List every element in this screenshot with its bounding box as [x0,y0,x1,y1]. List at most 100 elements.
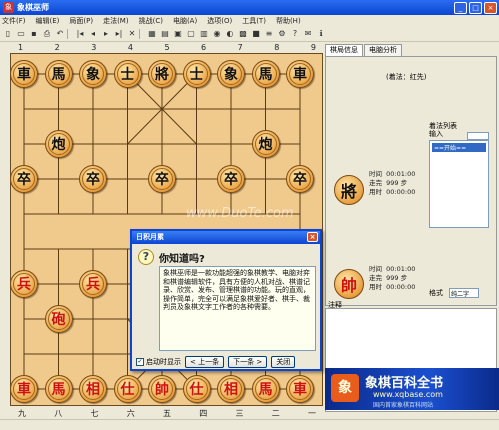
next-icon[interactable]: ▸ [100,28,112,40]
bottom-file-labels: 九 八 七 六 五 四 三 二 一 [12,408,322,418]
format-select[interactable]: 纯二字 [449,288,479,298]
chess-piece[interactable]: 將 [148,60,176,88]
delete-icon[interactable]: ✕ [126,28,138,40]
dialog-close-icon[interactable]: × [307,232,318,242]
color-icon[interactable]: ◐ [224,28,236,40]
chess-piece[interactable]: 士 [182,60,211,88]
stop-icon[interactable]: ■ [250,28,262,40]
piece-label: 兵 [13,273,35,295]
chess-piece[interactable]: 卒 [10,165,38,193]
open-icon[interactable]: ▭ [15,28,27,40]
tab-computer-analysis[interactable]: 电脑分析 [364,44,402,56]
piece-label: 兵 [82,273,104,295]
toolbar: ▯ ▭ ▪ ⎙ ↶ |◂ ◂ ▸ ▸| ✕ ▦ ▤ ▣ ▢ ▥ ◉ ◐ ▩ ■ … [0,27,499,42]
chess-piece[interactable]: 馬 [44,375,73,403]
file-label: 六 [126,409,135,418]
close-dialog-button[interactable]: 关闭 [271,356,296,368]
chess-piece[interactable]: 相 [79,375,107,403]
chess-piece[interactable]: 仕 [113,375,142,403]
piece-label: 卒 [82,168,104,190]
mail-icon[interactable]: ✉ [302,28,314,40]
next-tip-button[interactable]: 下一条 > [228,356,268,368]
options-icon[interactable]: ⚙ [276,28,288,40]
menu-position[interactable]: 局面(P) [69,16,93,26]
panel-tabs: 棋局信息 电脑分析 [325,44,403,56]
menu-tools[interactable]: 工具(T) [242,16,266,26]
chess-piece[interactable]: 象 [79,60,107,88]
menu-move[interactable]: 走法(M) [103,16,129,26]
board-icon[interactable]: ▤ [159,28,171,40]
chess-piece[interactable]: 士 [113,60,142,88]
piece-label: 象 [82,63,104,85]
engine-icon[interactable]: ▩ [237,28,249,40]
chess-piece[interactable]: 炮 [251,130,280,158]
chess-piece[interactable]: 兵 [79,270,107,298]
help-icon[interactable]: ? [289,28,301,40]
show-on-startup-checkbox[interactable]: ✓ [136,358,144,366]
dialog-title: 日积月累 [136,233,164,241]
paste-icon[interactable]: ▣ [172,28,184,40]
prev-icon[interactable]: ◂ [87,28,99,40]
chess-piece[interactable]: 馬 [44,60,73,88]
menu-bar: 文件(F) 编辑(E) 局面(P) 走法(M) 挑战(C) 电脑(A) 选项(O… [0,15,499,27]
save-icon[interactable]: ▪ [28,28,40,40]
prev-tip-button[interactable]: < 上一条 [185,356,225,368]
maximize-button[interactable]: □ [469,1,482,14]
chess-piece[interactable]: 兵 [10,270,38,298]
chess-piece[interactable]: 車 [10,60,38,88]
last-icon[interactable]: ▸| [113,28,125,40]
chess-piece[interactable]: 馬 [251,60,280,88]
layout-icon[interactable]: ▥ [198,28,210,40]
chess-piece[interactable]: 卒 [286,165,314,193]
file-label: 3 [91,43,97,52]
chess-piece[interactable]: 炮 [44,130,73,158]
list-icon[interactable]: ≡ [263,28,275,40]
xqbase-banner[interactable]: 象 象棋百科全书 www.xqbase.com 国内首家象棋百科网站 [325,368,499,410]
menu-challenge[interactable]: 挑战(C) [139,16,163,26]
first-icon[interactable]: |◂ [74,28,86,40]
dialog-title-bar: 日积月累 × [132,231,320,244]
black-general-piece: 將 [334,175,364,205]
tab-game-info[interactable]: 棋局信息 [325,44,363,56]
chess-piece[interactable]: 砲 [44,305,73,333]
print-icon[interactable]: ⎙ [41,28,53,40]
menu-help[interactable]: 帮助(H) [276,16,301,26]
dialog-heading: 你知道吗? [159,254,205,265]
move-list[interactable]: ==开始== [429,140,489,228]
copy-icon[interactable]: ▢ [185,28,197,40]
chess-piece[interactable]: 卒 [217,165,245,193]
file-label: 九 [18,409,26,418]
dialog-footer: ✓ 启动时显示 < 上一条 下一条 > 关闭 [136,355,318,369]
chess-piece[interactable]: 帥 [148,375,176,403]
chess-piece[interactable]: 卒 [79,165,107,193]
info-icon[interactable]: ℹ [315,28,327,40]
undo-icon[interactable]: ↶ [54,28,66,40]
chess-piece[interactable]: 相 [217,375,245,403]
piece-label: 卒 [151,168,173,190]
chess-piece[interactable]: 車 [10,375,38,403]
chess-piece[interactable]: 馬 [251,375,280,403]
minimize-button[interactable]: _ [454,1,467,14]
new-icon[interactable]: ▯ [2,28,14,40]
move-input[interactable] [467,132,489,140]
file-label: 七 [90,409,99,418]
chess-piece[interactable]: 卒 [148,165,176,193]
menu-edit[interactable]: 编辑(E) [36,16,60,26]
piece-label: 馬 [47,378,70,400]
file-label: 五 [163,409,171,418]
piece-icon[interactable]: ◉ [211,28,223,40]
menu-computer[interactable]: 电脑(A) [173,16,197,26]
menu-file[interactable]: 文件(F) [2,16,26,26]
chess-piece[interactable]: 車 [286,375,314,403]
menu-options[interactable]: 选项(O) [207,16,232,26]
format-row: 格式 纯二字 [429,288,479,298]
top-file-labels: 1 2 3 4 5 6 7 8 9 [12,43,322,53]
move-list-item[interactable]: ==开始== [432,143,486,152]
chess-piece[interactable]: 車 [286,60,314,88]
close-button[interactable]: × [484,1,497,14]
chess-piece[interactable]: 象 [217,60,245,88]
file-label: 5 [164,43,170,52]
app-icon: 象 [3,2,14,13]
chess-piece[interactable]: 仕 [182,375,211,403]
grid-icon[interactable]: ▦ [146,28,158,40]
